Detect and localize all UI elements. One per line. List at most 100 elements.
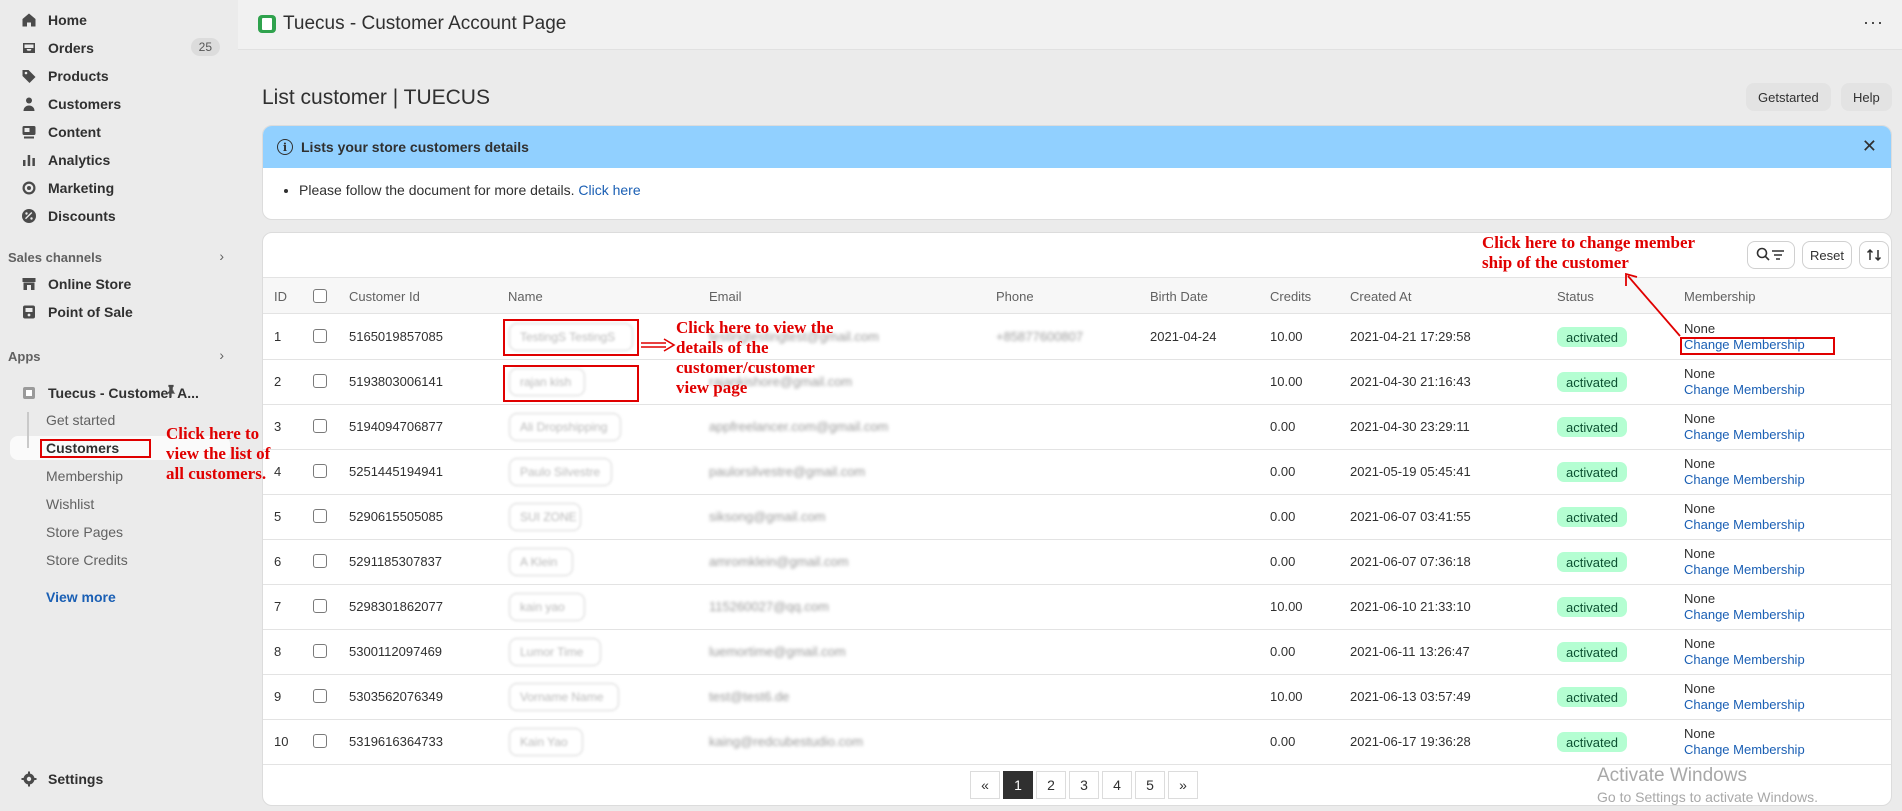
sidebar-channel-point-of-sale[interactable]: Point of Sale	[8, 299, 230, 325]
customer-name-button[interactable]: Vorname Name	[509, 683, 619, 711]
change-membership-link[interactable]: Change Membership	[1684, 607, 1805, 622]
banner-title: Lists your store customers details	[301, 139, 529, 155]
row-checkbox[interactable]	[313, 374, 327, 388]
nav-label: Point of Sale	[48, 304, 133, 320]
row-checkbox[interactable]	[313, 329, 327, 343]
change-membership-link[interactable]: Change Membership	[1684, 427, 1805, 442]
apps-label: Apps	[8, 349, 41, 364]
row-id: 5	[274, 509, 282, 524]
table-row: 8 5300112097469 luemortime@gmail.com 0.00 20…	[263, 630, 1891, 675]
select-all-checkbox[interactable]	[313, 289, 327, 303]
customer-name-button[interactable]: Kain Yao	[509, 728, 583, 756]
sidebar-item-customers[interactable]: Customers	[8, 91, 230, 117]
row-checkbox[interactable]	[313, 644, 327, 658]
row-id: 3	[274, 419, 282, 434]
table-row: 4 5251445194941 paulorsilvestre@gmail.com 0…	[263, 450, 1891, 495]
gear-icon	[20, 770, 38, 788]
info-icon: i	[277, 139, 293, 155]
sidebar-subitem-get-started[interactable]: Get started	[46, 412, 115, 428]
sidebar-channel-online-store[interactable]: Online Store	[8, 271, 230, 297]
sales-channels-label: Sales channels	[8, 250, 102, 265]
sidebar-item-marketing[interactable]: Marketing	[8, 175, 230, 201]
sidebar-subitem-membership[interactable]: Membership	[46, 468, 123, 484]
customer-name-button[interactable]: SUI ZONE	[509, 503, 581, 531]
sidebar-item-analytics[interactable]: Analytics	[8, 147, 230, 173]
banner-text-item: Please follow the document for more deta…	[299, 182, 1891, 198]
sidebar-subitem-store-pages[interactable]: Store Pages	[46, 524, 123, 540]
row-checkbox[interactable]	[313, 554, 327, 568]
close-icon[interactable]: ✕	[1862, 136, 1877, 157]
th-email: Email	[709, 289, 742, 304]
change-membership-link[interactable]: Change Membership	[1684, 562, 1805, 577]
chevron-right-icon[interactable]: ›	[219, 347, 224, 363]
change-membership-link[interactable]: Change Membership	[1684, 517, 1805, 532]
more-options-icon[interactable]: ···	[1863, 12, 1884, 33]
banner-link[interactable]: Click here	[578, 182, 640, 198]
row-customer-id: 5319616364733	[349, 734, 443, 749]
sidebar-item-products[interactable]: Products	[8, 63, 230, 89]
orders-count-badge: 25	[190, 38, 220, 56]
sidebar-item-content[interactable]: Content	[8, 119, 230, 145]
table-row: 10 5319616364733 kaing@redcubestudio.com 0.…	[263, 720, 1891, 765]
sidebar-subitem-wishlist[interactable]: Wishlist	[46, 496, 94, 512]
pagination: «1 2 3 4 5»	[970, 771, 1201, 799]
page-2-button[interactable]: 2	[1036, 771, 1066, 799]
row-checkbox[interactable]	[313, 419, 327, 433]
change-membership-link[interactable]: Change Membership	[1684, 742, 1805, 757]
row-checkbox[interactable]	[313, 509, 327, 523]
sidebar-item-discounts[interactable]: Discounts	[8, 203, 230, 229]
row-credits: 0.00	[1270, 554, 1296, 569]
row-created-at: 2021-06-10 21:33:10	[1350, 599, 1471, 614]
row-created-at: 2021-04-30 23:29:11	[1350, 419, 1470, 434]
page-3-button[interactable]: 3	[1069, 771, 1099, 799]
sort-button[interactable]	[1859, 241, 1889, 269]
change-membership-link[interactable]: Change Membership	[1684, 697, 1805, 712]
membership-value: None	[1684, 366, 1716, 381]
page-1-button[interactable]: 1	[1003, 771, 1033, 799]
nav-label: Orders	[48, 40, 94, 56]
sidebar-subitem-store-credits[interactable]: Store Credits	[46, 552, 128, 568]
row-checkbox[interactable]	[313, 689, 327, 703]
th-name: Name	[508, 289, 543, 304]
customer-name-button[interactable]: kain yao	[509, 593, 585, 621]
page-4-button[interactable]: 4	[1102, 771, 1132, 799]
pos-icon	[20, 303, 38, 321]
sidebar-item-settings[interactable]: Settings	[8, 766, 230, 792]
help-button[interactable]: Help	[1841, 83, 1892, 111]
row-created-at: 2021-06-07 03:41:55	[1350, 509, 1471, 524]
view-more-link[interactable]: View more	[46, 589, 116, 605]
change-membership-link[interactable]: Change Membership	[1684, 472, 1805, 487]
row-created-at: 2021-04-21 17:29:58	[1350, 329, 1471, 344]
annotation-arrow-membership	[1625, 272, 1681, 337]
getstarted-button[interactable]: Getstarted	[1746, 83, 1831, 111]
page-5-button[interactable]: 5	[1135, 771, 1165, 799]
sidebar-item-home[interactable]: Home	[8, 7, 230, 33]
customer-name-button[interactable]: Lumor Time	[509, 638, 601, 666]
reset-button[interactable]: Reset	[1802, 241, 1852, 269]
search-filter-icon	[1756, 247, 1784, 261]
row-email: kaing@redcubestudio.com	[709, 734, 864, 749]
pin-icon[interactable]	[164, 384, 178, 401]
chevron-right-icon[interactable]: ›	[219, 248, 224, 264]
customer-name-button[interactable]: A Klein	[509, 548, 573, 576]
customer-name-button[interactable]: Ali Dropshipping	[509, 413, 621, 441]
change-membership-link[interactable]: Change Membership	[1684, 652, 1805, 667]
row-checkbox[interactable]	[313, 599, 327, 613]
change-membership-link[interactable]: Change Membership	[1684, 382, 1805, 397]
th-credits: Credits	[1270, 289, 1312, 304]
status-badge: activated	[1557, 687, 1628, 707]
row-checkbox[interactable]	[313, 734, 327, 748]
prev-page-button[interactable]: «	[970, 771, 1000, 799]
sidebar-item-orders[interactable]: Orders 25	[8, 35, 230, 61]
table-row: 9 5303562076349 test@test6.de 10.00 2021-06-…	[263, 675, 1891, 720]
next-page-button[interactable]: »	[1168, 771, 1198, 799]
row-id: 2	[274, 374, 282, 389]
membership-value: None	[1684, 456, 1716, 471]
row-checkbox[interactable]	[313, 464, 327, 478]
search-filter-button[interactable]	[1747, 241, 1795, 269]
sidebar-app-tuecus[interactable]: Tuecus - Customer A...	[8, 380, 230, 406]
th-phone: Phone	[996, 289, 1034, 304]
row-credits: 0.00	[1270, 734, 1296, 749]
customer-name-button[interactable]: Paulo Silvestre	[509, 458, 612, 486]
row-email: siksong@gmail.com	[709, 509, 826, 524]
